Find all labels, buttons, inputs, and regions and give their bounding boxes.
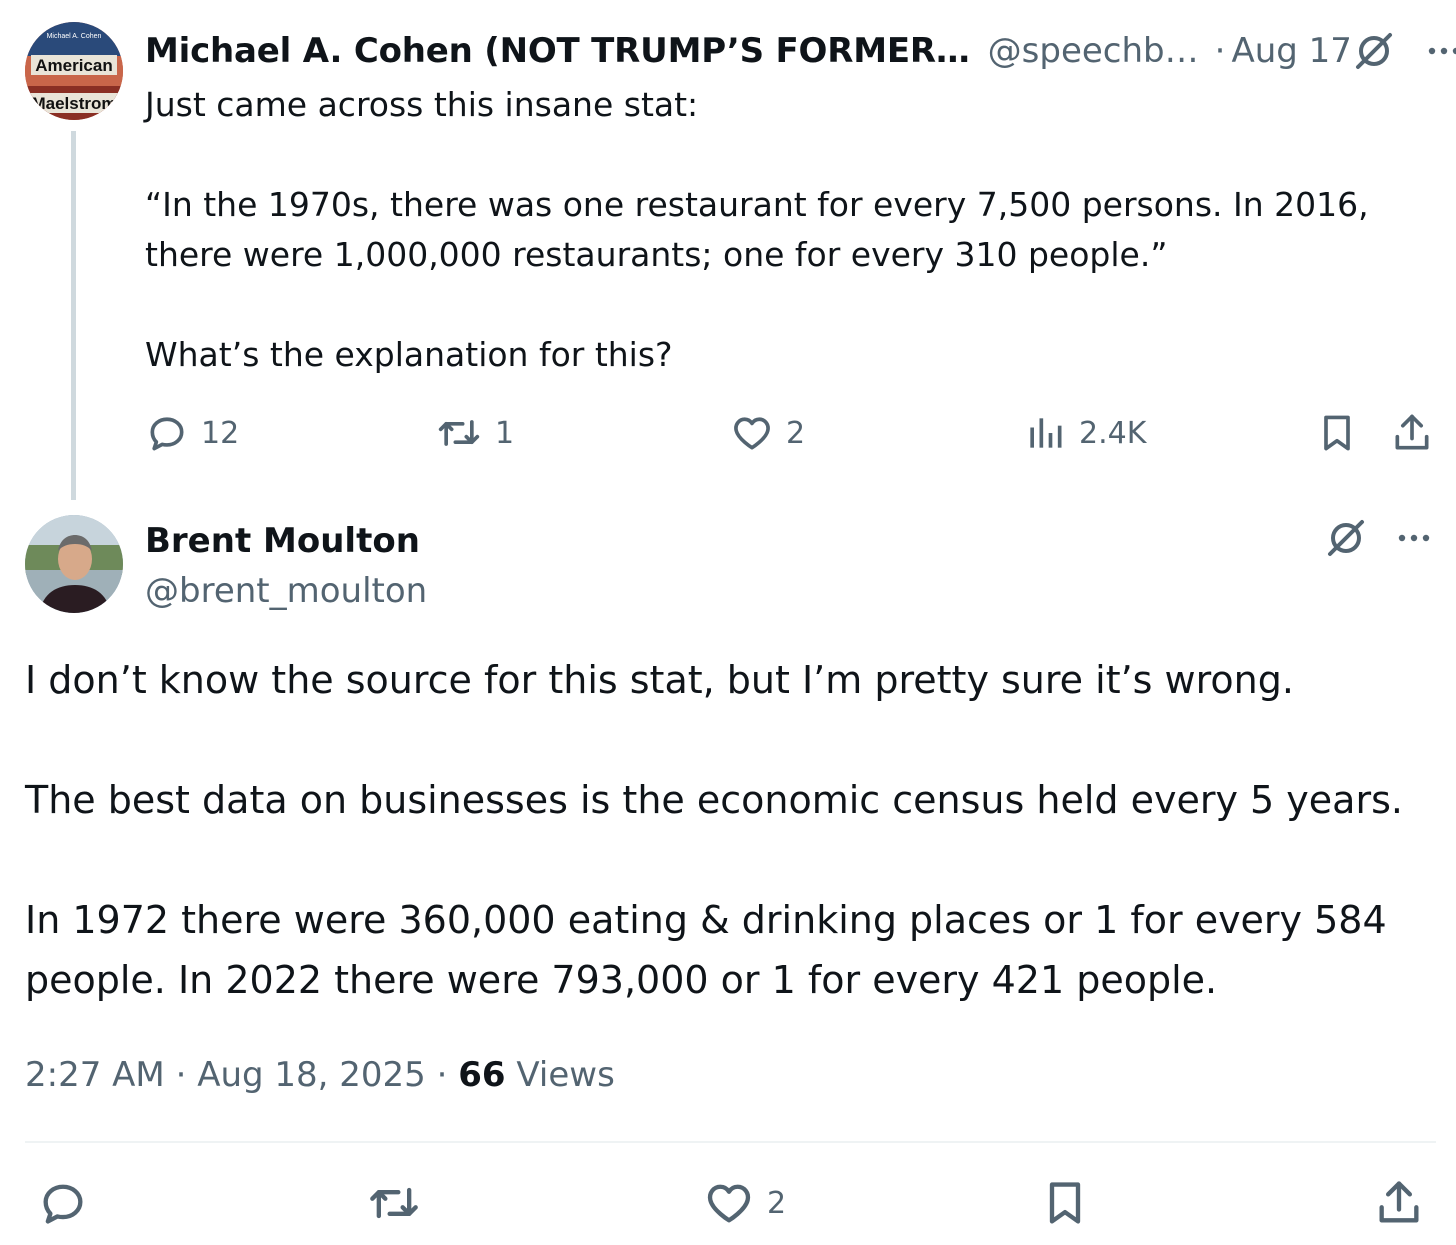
like-count: 2 (767, 1185, 787, 1221)
views-count: 2.4K (1079, 415, 1147, 451)
like-icon (703, 1177, 755, 1229)
reply-button[interactable]: 12 (145, 405, 239, 461)
reply-count: 12 (201, 415, 240, 451)
views-button[interactable]: 2.4K (1023, 405, 1146, 461)
parent-action-bar: 12 1 2 2.4K (145, 405, 1440, 461)
reply-icon (145, 411, 189, 455)
repost-button[interactable]: 1 (435, 405, 514, 461)
header-separator-dot: · (1214, 31, 1226, 71)
like-button[interactable]: 2 (730, 405, 805, 461)
main-author-handle[interactable]: @brent_moulton (145, 565, 427, 617)
avatar-text-bottom: Maelstrom (31, 94, 116, 113)
repost-icon (435, 411, 483, 455)
repost-count: 1 (495, 415, 515, 451)
parent-author-name[interactable]: Michael A. Cohen (NOT TRUMP’S FORMER… (145, 31, 970, 71)
main-tweet-paragraph: In 1972 there were 360,000 eating & drin… (25, 898, 1387, 1002)
meta-separator: · (436, 1055, 448, 1095)
parent-author-handle[interactable]: @speechb… (988, 31, 1199, 71)
like-icon (730, 411, 774, 455)
main-author-name[interactable]: Brent Moulton (145, 515, 420, 567)
grok-slash-icon[interactable] (1324, 516, 1368, 564)
parent-tweet-date[interactable]: Aug 17 (1231, 31, 1351, 71)
like-button[interactable]: 2 (703, 1172, 786, 1234)
main-tweet-paragraph: The best data on businesses is the econo… (25, 778, 1403, 822)
reply-button[interactable] (37, 1172, 89, 1234)
thread-connector-line (71, 131, 76, 500)
main-tweet-paragraph: I don’t know the source for this stat, b… (25, 658, 1294, 702)
views-count: 66 (458, 1055, 506, 1095)
parent-tweet-text: Just came across this insane stat: “In t… (145, 80, 1440, 380)
tweet-timestamp-line: 2:27 AM · Aug 18, 2025 · 66 Views (25, 1050, 615, 1100)
bookmark-button[interactable] (1039, 1172, 1091, 1234)
divider (25, 1141, 1436, 1143)
parent-tweet-header: Michael A. Cohen (NOT TRUMP’S FORMER… @s… (145, 26, 1456, 76)
bookmark-icon (1039, 1177, 1091, 1229)
share-button[interactable] (1373, 1172, 1425, 1234)
avatar-text-top: American (35, 56, 112, 75)
more-dots-icon[interactable] (1396, 520, 1432, 560)
views-label: Views (516, 1055, 615, 1095)
reply-icon (37, 1177, 89, 1229)
main-action-bar: 2 (25, 1172, 1436, 1234)
repost-icon (365, 1177, 423, 1229)
main-author-avatar[interactable] (25, 515, 123, 613)
tweet-date[interactable]: Aug 18, 2025 (197, 1055, 426, 1095)
parent-tweet-line: Just came across this insane stat: (145, 85, 699, 124)
meta-separator: · (175, 1055, 187, 1095)
share-button[interactable] (1390, 405, 1434, 461)
parent-author-avatar[interactable]: Michael A. Cohen American Maelstrom (25, 22, 123, 120)
bookmark-icon (1315, 411, 1359, 455)
like-count: 2 (786, 415, 806, 451)
avatar-tiny-text: Michael A. Cohen (47, 33, 102, 40)
views-icon (1023, 411, 1067, 455)
parent-tweet-line: “In the 1970s, there was one restaurant … (145, 185, 1369, 274)
share-icon (1373, 1177, 1425, 1229)
repost-button[interactable] (365, 1172, 423, 1234)
bookmark-button[interactable] (1315, 405, 1359, 461)
main-tweet-text: I don’t know the source for this stat, b… (25, 650, 1445, 1010)
more-dots-icon[interactable] (1426, 33, 1456, 69)
grok-slash-icon[interactable] (1352, 29, 1396, 73)
parent-tweet-line: What’s the explanation for this? (145, 335, 673, 374)
tweet-time[interactable]: 2:27 AM (25, 1055, 165, 1095)
share-icon (1390, 411, 1434, 455)
